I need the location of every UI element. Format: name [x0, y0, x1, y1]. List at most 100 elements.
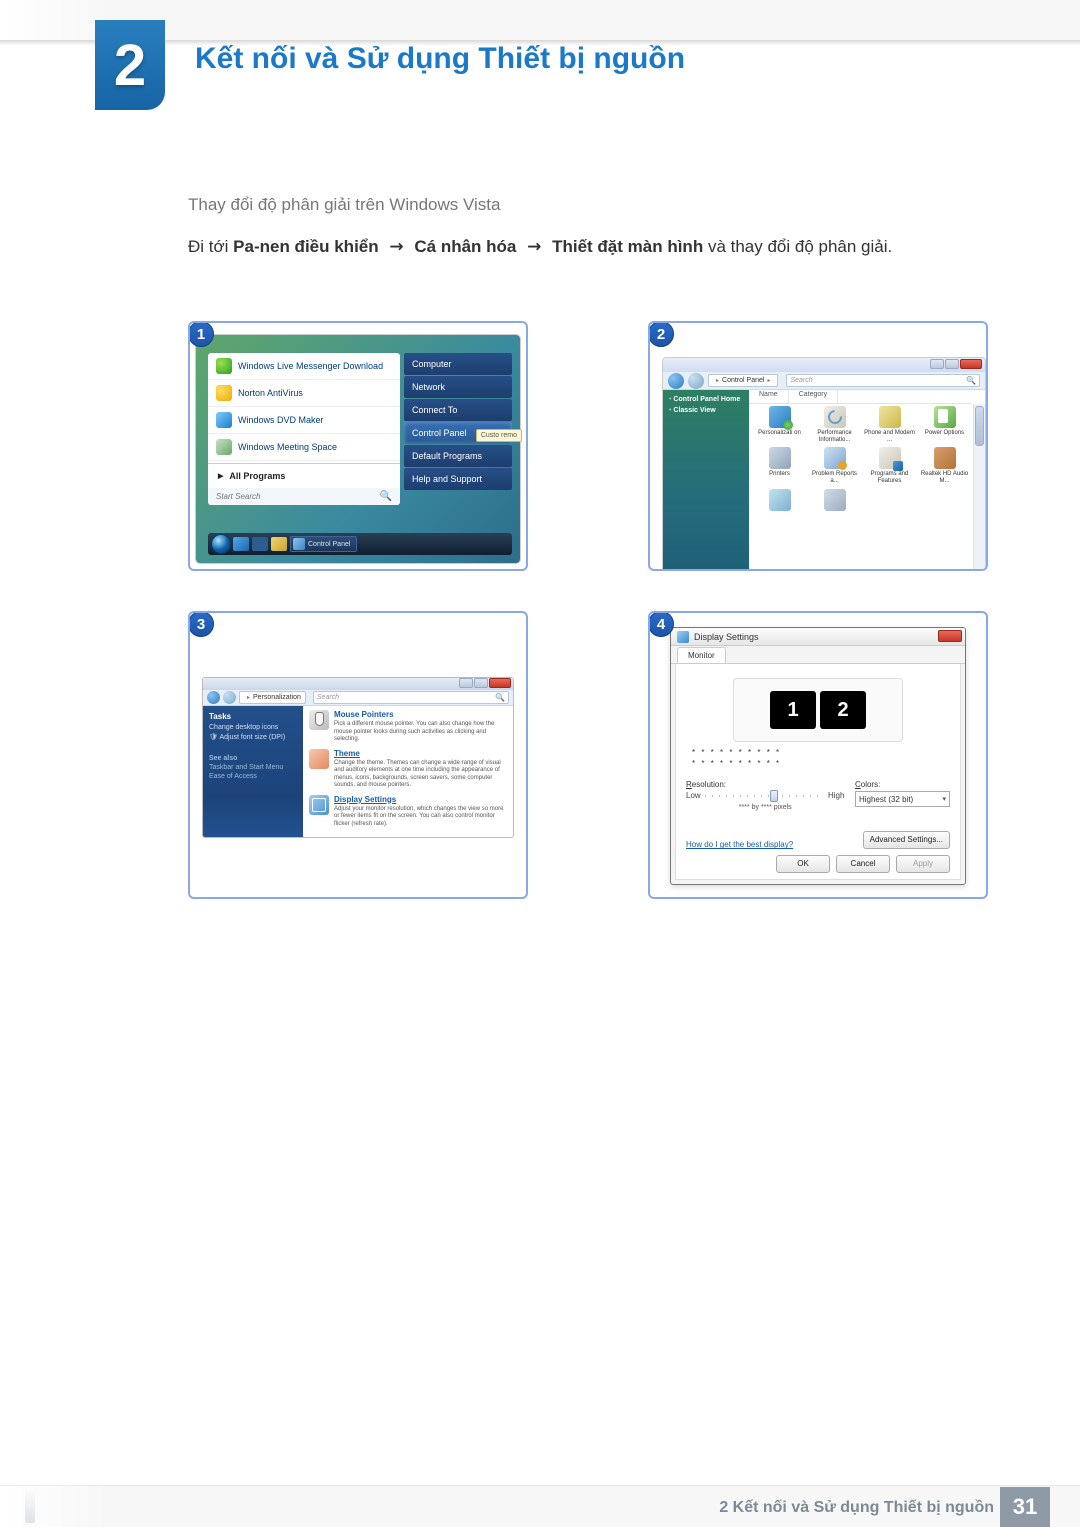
- scrollbar[interactable]: [973, 404, 985, 571]
- start-right-item[interactable]: Network: [404, 376, 512, 398]
- chapter-number-badge: 2: [95, 20, 165, 110]
- msn-icon: [216, 358, 232, 374]
- all-programs[interactable]: All Programs: [208, 466, 400, 486]
- tab-monitor[interactable]: Monitor: [677, 647, 726, 663]
- taskbar-control-panel[interactable]: Control Panel: [290, 536, 357, 552]
- start-right-item[interactable]: Default Programs: [404, 445, 512, 467]
- display-settings-dialog: Display Settings Monitor 1 2 * * * * * *…: [670, 627, 966, 885]
- personalization-icon: [769, 406, 791, 428]
- control-panel-icon: [293, 538, 305, 550]
- sidebar: Tasks Change desktop icons 🛡 Adjust font…: [203, 706, 303, 837]
- dialog-titlebar: Display Settings: [671, 628, 965, 646]
- screenshot-3-personalization: 3 ▸Personalization Search🔍: [188, 611, 528, 899]
- start-right-item[interactable]: Help and Support: [404, 468, 512, 490]
- maximize-icon[interactable]: [945, 359, 959, 369]
- monitor-1[interactable]: 1: [770, 691, 816, 729]
- sidebar-link[interactable]: Ease of Access: [209, 773, 297, 780]
- ok-button[interactable]: OK: [776, 855, 830, 873]
- start-item[interactable]: Windows Meeting Space: [208, 434, 400, 461]
- monitor-preview: 1 2: [733, 678, 903, 742]
- sidebar-link[interactable]: Classic View: [669, 407, 743, 414]
- cp-item-printers[interactable]: Printers: [753, 447, 806, 484]
- cp-item-programs[interactable]: Programs and Features: [863, 447, 916, 484]
- best-display-link[interactable]: How do I get the best display?: [686, 840, 793, 849]
- start-menu-right-pane: Computer Network Connect To Control Pane…: [404, 353, 512, 491]
- window-titlebar: [663, 358, 985, 372]
- resolution-slider[interactable]: Low High: [686, 791, 844, 800]
- nav-back-icon[interactable]: [207, 691, 220, 704]
- start-search-input[interactable]: [216, 492, 380, 501]
- start-search-box[interactable]: 🔍: [208, 488, 400, 505]
- start-item[interactable]: Windows Live Messenger Download: [208, 353, 400, 380]
- taskbar-item-icon[interactable]: [271, 537, 287, 551]
- cp-item-performance[interactable]: Performance Informatio...: [808, 406, 861, 443]
- search-input[interactable]: Search🔍: [313, 691, 509, 704]
- start-item[interactable]: Norton AntiVirus: [208, 380, 400, 407]
- generic-icon: [769, 489, 791, 511]
- search-icon: 🔍: [495, 693, 505, 702]
- taskbar-ie-icon[interactable]: [233, 537, 249, 551]
- chapter-title: Kết nối và Sử dụng Thiết bị nguồn: [195, 42, 685, 76]
- start-right-item[interactable]: Connect To: [404, 399, 512, 421]
- breadcrumb[interactable]: ▸Control Panel▸: [708, 374, 778, 387]
- close-icon[interactable]: [938, 630, 962, 642]
- personalization-main: Mouse PointersPick a different mouse poi…: [303, 706, 513, 837]
- norton-icon: [216, 385, 232, 401]
- breadcrumb[interactable]: ▸Personalization: [239, 691, 306, 704]
- minimize-icon[interactable]: [930, 359, 944, 369]
- start-item[interactable]: Windows DVD Maker: [208, 407, 400, 434]
- colors-dropdown[interactable]: Highest (32 bit)▾: [855, 791, 950, 807]
- nav-back-icon[interactable]: [668, 373, 684, 389]
- window-titlebar: [203, 678, 513, 690]
- realtek-icon: [934, 447, 956, 469]
- cp-item-realtek[interactable]: Realtek HD Audio M...: [918, 447, 971, 484]
- screenshot-1-start-menu: 1 Windows Live Messenger Download Norton…: [188, 321, 528, 571]
- theme-icon: [309, 749, 329, 769]
- colors-label: Colors:: [855, 780, 880, 789]
- step-badge-1: 1: [188, 321, 214, 347]
- cp-item-problem-reports[interactable]: Problem Reports a...: [808, 447, 861, 484]
- cp-item-power[interactable]: Power Options: [918, 406, 971, 443]
- search-input[interactable]: Search🔍: [786, 374, 980, 387]
- cp-item-personalization[interactable]: Personalizati on: [753, 406, 806, 443]
- cp-item-partial[interactable]: [808, 489, 861, 513]
- close-icon[interactable]: [960, 359, 982, 369]
- start-orb-icon[interactable]: [212, 535, 230, 553]
- section-theme[interactable]: ThemeChange the theme. Themes can change…: [309, 749, 507, 790]
- section-mouse-pointers[interactable]: Mouse PointersPick a different mouse poi…: [309, 710, 507, 744]
- sidebar-link[interactable]: Taskbar and Start Menu: [209, 764, 297, 771]
- nav-forward-icon[interactable]: [223, 691, 236, 704]
- tooltip: Custo remo: [476, 429, 522, 442]
- chevron-down-icon: ▾: [942, 795, 946, 803]
- redacted-text: * * * * * * * * * *: [692, 759, 950, 768]
- section-display-settings[interactable]: Display SettingsAdjust your monitor reso…: [309, 795, 507, 829]
- performance-icon: [824, 406, 846, 428]
- taskbar: Control Panel: [208, 533, 512, 555]
- footer-chapter-title: 2 Kết nối và Sử dụng Thiết bị nguồn: [719, 1499, 994, 1517]
- taskbar-item-icon[interactable]: [252, 537, 268, 551]
- nav-forward-icon[interactable]: [688, 373, 704, 389]
- cp-item-phone[interactable]: Phone and Modem ...: [863, 406, 916, 443]
- column-headers: NameCategory: [749, 390, 971, 404]
- address-bar: ▸Control Panel▸ Search🔍: [663, 372, 985, 390]
- cancel-button[interactable]: Cancel: [836, 855, 890, 873]
- section-subheading: Thay đổi độ phân giải trên Windows Vista: [188, 195, 988, 215]
- minimize-icon[interactable]: [459, 678, 473, 688]
- advanced-settings-button[interactable]: Advanced Settings...: [863, 831, 950, 849]
- icon-list: NameCategory Personalizati on Performanc…: [749, 390, 985, 571]
- close-icon[interactable]: [489, 678, 511, 688]
- mouse-icon: [309, 710, 329, 730]
- start-menu-left-pane: Windows Live Messenger Download Norton A…: [208, 353, 400, 505]
- apply-button[interactable]: Apply: [896, 855, 950, 873]
- sidebar-link[interactable]: 🛡 Adjust font size (DPI): [209, 733, 297, 741]
- resolution-value: **** by **** pixels: [686, 804, 844, 811]
- programs-icon: [879, 447, 901, 469]
- cp-item-partial[interactable]: [753, 489, 806, 513]
- start-right-item[interactable]: Computer: [404, 353, 512, 375]
- sidebar-link[interactable]: Control Panel Home: [669, 396, 743, 403]
- sidebar-link[interactable]: Change desktop icons: [209, 724, 297, 731]
- monitor-2[interactable]: 2: [820, 691, 866, 729]
- page-number: 31: [1000, 1487, 1050, 1527]
- slider-thumb[interactable]: [770, 790, 778, 802]
- maximize-icon[interactable]: [474, 678, 488, 688]
